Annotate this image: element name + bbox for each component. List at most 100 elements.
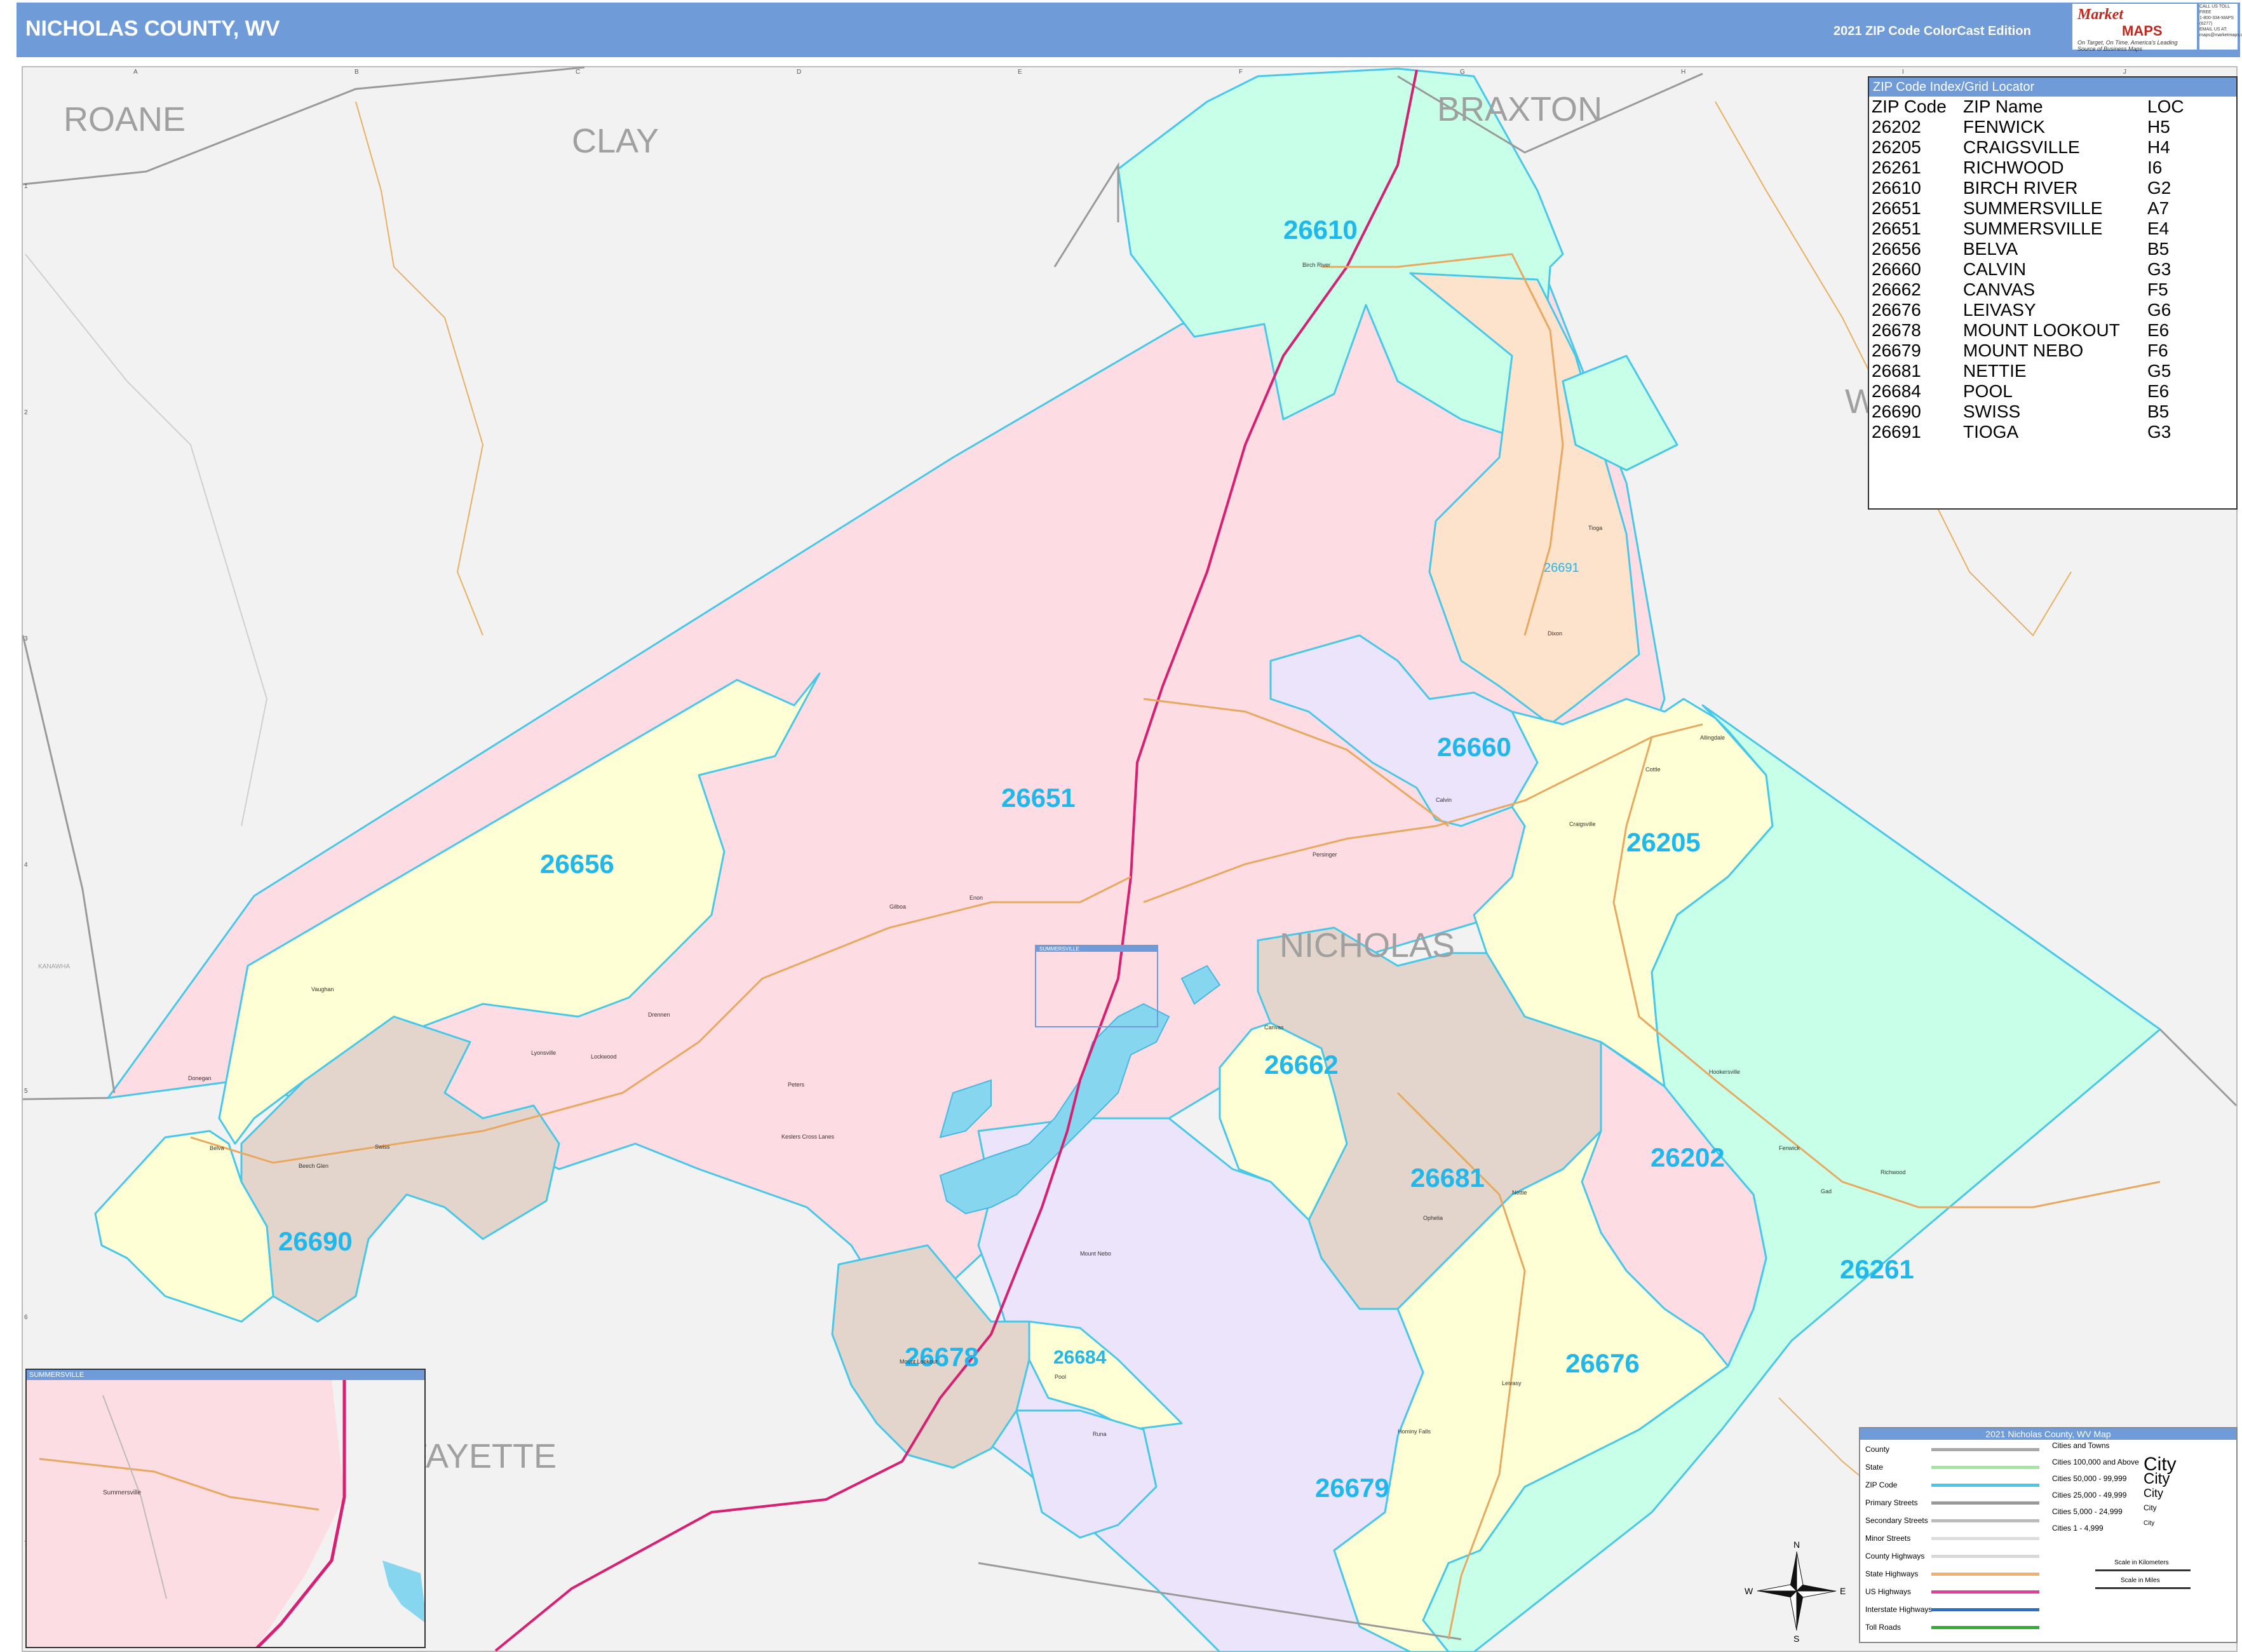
zip-index-cell-zip: 26610 [1872, 178, 1921, 198]
zip-index-row: 26690 SWISS B5 [1870, 402, 2185, 422]
zip-index-cell-zip: 26651 [1872, 219, 1921, 238]
zip-index-row: 26205 CRAIGSVILLE H4 [1870, 137, 2185, 158]
zip-index-row: 26610 BIRCH RIVER G2 [1870, 178, 2185, 198]
compass-w: W [1745, 1586, 1753, 1596]
zip-index-cell-name: RICHWOOD [1963, 158, 2064, 177]
grid-col-h: H [1681, 69, 1685, 76]
zip-index-table: ZIP Code ZIP Name LOC 26202 FENWICK H5 2620… [1870, 97, 2185, 442]
zip-index-cell-name: CRAIGSVILLE [1963, 137, 2080, 157]
zip-index-col-zip: ZIP Code [1872, 97, 1947, 116]
zip-index-cell-zip: 26202 [1872, 117, 1921, 137]
zip-index-cell-name: NETTIE [1963, 361, 2027, 381]
place-dixon: Dixon [1548, 630, 1562, 637]
place-cottle: Cottle [1645, 766, 1661, 773]
place-craigsville: Craigsville [1569, 821, 1596, 827]
zip-index-cell-zip: 26691 [1872, 422, 1921, 442]
grid-col-c: C [576, 69, 580, 76]
zip-index-row: 26660 CALVIN G3 [1870, 259, 2185, 280]
place-mount-lookout: Mount Lookout [900, 1358, 938, 1365]
zip-index-cell-loc: F5 [2147, 280, 2168, 299]
legend-city-sample: City [2144, 1470, 2170, 1487]
compass-s: S [1793, 1634, 1799, 1644]
place-beech-glen: Beech Glen [299, 1163, 328, 1169]
county-border [22, 1097, 109, 1100]
summersville-box-label: SUMMERSVILLE [1039, 946, 1079, 952]
inset-street [39, 1458, 320, 1511]
map-legend: 2021 Nicholas County, WV Map County State… [1859, 1427, 2238, 1643]
zip-index-col-loc: LOC [2147, 97, 2184, 116]
zip-label-26681: 26681 [1410, 1163, 1485, 1193]
legend-scale-mi: Scale in Miles [2121, 1577, 2160, 1584]
legend-row-swatch [1931, 1573, 2039, 1576]
zip-index-cell-zip: 26679 [1872, 341, 1921, 360]
legend-row-label: Secondary Streets [1865, 1516, 1928, 1525]
inset-place-summersville: Summersville [103, 1489, 141, 1496]
zip-index-cell-name: LEIVASY [1963, 300, 2036, 320]
grid-row-2: 2 [24, 409, 28, 416]
zip-label-26656: 26656 [540, 849, 614, 879]
zip-index-cell-zip: 26678 [1872, 320, 1921, 340]
place-keslers-cross-lanes: Keslers Cross Lanes [781, 1134, 835, 1140]
legend-row-swatch [1931, 1501, 2039, 1505]
zip-index-row: 26681 NETTIE G5 [1870, 361, 2185, 381]
place-tioga: Tioga [1588, 525, 1602, 531]
inset-map: Summersville [39, 1380, 424, 1647]
zip-label-26690: 26690 [278, 1226, 353, 1256]
place-leivasy: Leivasy [1502, 1380, 1522, 1386]
zip-index-title: ZIP Code Index/Grid Locator [1869, 78, 2236, 97]
zip-label-26202: 26202 [1651, 1142, 1725, 1172]
legend-scale-km: Scale in Kilometers [2114, 1559, 2169, 1566]
summersville-inset: SUMMERSVILLE Summersville [25, 1369, 426, 1648]
grid-col-a: A [133, 69, 138, 76]
zip-index-row: 26691 TIOGA G3 [1870, 422, 2185, 442]
place-hominy-falls: Hominy Falls [1398, 1428, 1431, 1435]
zip-index-cell-name: BIRCH RIVER [1963, 178, 2078, 198]
county-label-roane: ROANE [64, 100, 186, 139]
legend-city-sample: City [2144, 1503, 2157, 1512]
grid-row-5: 5 [24, 1088, 28, 1095]
zip-index-cell-zip: 26681 [1872, 361, 1921, 381]
zip-index-cell-loc: G6 [2147, 300, 2171, 320]
grid-col-j: J [2123, 69, 2126, 76]
legend-row-label: State [1865, 1463, 1884, 1472]
county-label-fayette: FAYETTE [407, 1437, 557, 1475]
county-label-clay: CLAY [572, 122, 659, 160]
county-label-nicholas: NICHOLAS [1280, 926, 1455, 965]
zip-label-26679: 26679 [1315, 1473, 1389, 1503]
grid-col-e: E [1018, 69, 1022, 76]
scale-bar-mi [2095, 1587, 2191, 1589]
place-lockwood: Lockwood [591, 1053, 617, 1060]
legend-row-swatch [1931, 1537, 2039, 1540]
scale-bar-km [2095, 1569, 2191, 1571]
inset-street [102, 1395, 167, 1599]
place-peters: Peters [788, 1081, 805, 1088]
place-enon: Enon [969, 895, 983, 901]
compass-n: N [1793, 1540, 1800, 1550]
legend-row-swatch [1931, 1466, 2039, 1469]
zip-index-row: 26651 SUMMERSVILLE E4 [1870, 219, 2185, 239]
zip-index-cell-name: MOUNT LOOKOUT [1963, 320, 2120, 340]
legend-row-swatch [1931, 1608, 2039, 1611]
zip-index-row: 26261 RICHWOOD I6 [1870, 158, 2185, 178]
zip-index-body: 26202 FENWICK H5 26205 CRAIGSVILLE H4 26261 RIC… [1870, 117, 2185, 442]
zip-index-cell-loc: G2 [2147, 178, 2171, 198]
place-swiss: Swiss [375, 1144, 390, 1150]
zip-label-26691: 26691 [1544, 561, 1579, 575]
legend-row-swatch [1931, 1590, 2039, 1594]
place-runa: Runa [1093, 1431, 1107, 1437]
zip-index-cell-name: POOL [1963, 381, 2013, 401]
zip-index-row: 26662 CANVAS F5 [1870, 280, 2185, 300]
zip-index-row: 26656 BELVA B5 [1870, 239, 2185, 259]
zip-index-cell-zip: 26660 [1872, 259, 1921, 279]
zip-index-cell-loc: H5 [2147, 117, 2170, 137]
place-hookersville: Hookersville [1709, 1069, 1740, 1075]
zip-index-cell-name: CALVIN [1963, 259, 2027, 279]
zip-index-cell-loc: B5 [2147, 402, 2170, 421]
legend-title: 2021 Nicholas County, WV Map [1860, 1428, 2236, 1440]
zip-index-cell-name: SUMMERSVILLE [1963, 198, 2103, 218]
legend-row-swatch [1931, 1448, 2039, 1451]
zip-index-cell-loc: G5 [2147, 361, 2171, 381]
grid-row-3: 3 [24, 635, 28, 642]
zip-index-cell-zip: 26656 [1872, 239, 1921, 259]
place-mount-nebo: Mount Nebo [1080, 1250, 1111, 1257]
